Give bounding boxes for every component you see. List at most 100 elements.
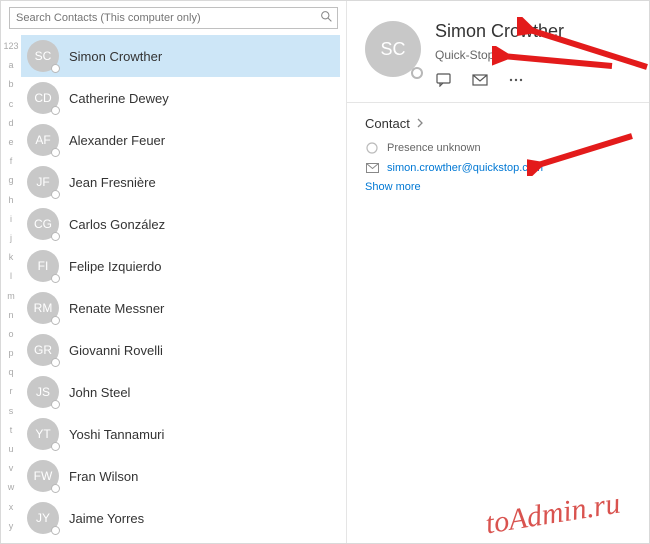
contact-item[interactable]: FWFran Wilson: [21, 455, 340, 497]
contact-avatar: JS: [27, 376, 59, 408]
alpha-letter[interactable]: w: [1, 478, 21, 497]
presence-dot-icon: [51, 358, 60, 367]
contact-item[interactable]: GR Giovanni Rovelli: [21, 329, 340, 371]
chevron-right-icon: [416, 115, 424, 131]
contact-item[interactable]: RMRenate Messner: [21, 287, 340, 329]
email-link[interactable]: simon.crowther@quickstop.com: [387, 162, 543, 174]
search-wrap: [1, 1, 346, 35]
email-row: simon.crowther@quickstop.com: [365, 161, 631, 175]
alpha-letter[interactable]: t: [1, 421, 21, 440]
presence-dot-icon: [51, 316, 60, 325]
contact-avatar: AF: [27, 124, 59, 156]
alpha-letter[interactable]: b: [1, 75, 21, 94]
list-area: 123abcdefghijklmnopqrstuvwxyz SC Simon Cr…: [1, 35, 346, 543]
contact-name: Carlos González: [69, 217, 165, 232]
contact-item[interactable]: JS John Steel: [21, 371, 340, 413]
contact-avatar: CD: [27, 82, 59, 114]
alpha-letter[interactable]: m: [1, 286, 21, 305]
contact-name: Giovanni Rovelli: [69, 343, 163, 358]
alpha-letter[interactable]: c: [1, 95, 21, 114]
contact-name: Yoshi Tannamuri: [69, 427, 164, 442]
profile-actions: [435, 72, 564, 88]
alpha-letter[interactable]: f: [1, 152, 21, 171]
alpha-letter[interactable]: p: [1, 344, 21, 363]
contact-name: John Steel: [69, 385, 130, 400]
presence-dot-icon: [51, 400, 60, 409]
contact-item[interactable]: YT Yoshi Tannamuri: [21, 413, 340, 455]
search-icon[interactable]: [315, 10, 337, 26]
more-icon[interactable]: [507, 72, 525, 88]
contact-avatar: FI: [27, 250, 59, 282]
contact-item[interactable]: CGCarlos González: [21, 203, 340, 245]
contact-item[interactable]: AF Alexander Feuer: [21, 119, 340, 161]
section-title: Contact: [365, 116, 410, 131]
contact-list[interactable]: SC Simon Crowther CD Catherine Dewey AF Alexa…: [21, 35, 346, 543]
presence-indicator-icon: [411, 67, 423, 79]
section-header[interactable]: Contact: [365, 115, 631, 131]
alpha-letter[interactable]: d: [1, 114, 21, 133]
alpha-index: 123abcdefghijklmnopqrstuvwxyz: [1, 35, 21, 543]
alpha-letter[interactable]: i: [1, 210, 21, 229]
alpha-letter[interactable]: h: [1, 191, 21, 210]
search-box[interactable]: [9, 7, 338, 29]
contact-item[interactable]: FI Felipe Izquierdo: [21, 245, 340, 287]
alpha-letter[interactable]: 123: [1, 37, 21, 56]
chat-icon[interactable]: [435, 72, 453, 88]
contact-name: Simon Crowther: [69, 49, 162, 64]
contact-name: Renate Messner: [69, 301, 164, 316]
contact-avatar: GR: [27, 334, 59, 366]
presence-dot-icon: [51, 526, 60, 535]
presence-dot-icon: [51, 442, 60, 451]
contact-avatar: JF: [27, 166, 59, 198]
presence-icon: [365, 141, 379, 155]
contact-avatar: FW: [27, 460, 59, 492]
contact-item[interactable]: JF Jean Fresnière: [21, 161, 340, 203]
left-panel: 123abcdefghijklmnopqrstuvwxyz SC Simon Cr…: [1, 1, 347, 543]
contact-avatar: JY: [27, 502, 59, 534]
alpha-letter[interactable]: v: [1, 459, 21, 478]
presence-dot-icon: [51, 484, 60, 493]
presence-dot-icon: [51, 106, 60, 115]
watermark: toAdmin.ru: [483, 487, 622, 542]
presence-dot-icon: [51, 232, 60, 241]
search-input[interactable]: [10, 12, 315, 24]
alpha-letter[interactable]: u: [1, 440, 21, 459]
alpha-letter[interactable]: z: [1, 536, 21, 543]
alpha-letter[interactable]: n: [1, 306, 21, 325]
contact-item[interactable]: CD Catherine Dewey: [21, 77, 340, 119]
alpha-letter[interactable]: q: [1, 363, 21, 382]
show-more-link[interactable]: Show more: [365, 181, 631, 193]
contacts-app: 123abcdefghijklmnopqrstuvwxyz SC Simon Cr…: [0, 0, 650, 544]
profile-initials: SC: [380, 39, 405, 60]
contact-section: Contact Presence unknown simon.crowther@…: [347, 103, 649, 205]
contact-name: Jaime Yorres: [69, 511, 144, 526]
alpha-letter[interactable]: l: [1, 267, 21, 286]
alpha-letter[interactable]: y: [1, 517, 21, 536]
profile-name: Simon Crowther: [435, 21, 564, 42]
alpha-letter[interactable]: o: [1, 325, 21, 344]
alpha-letter[interactable]: s: [1, 402, 21, 421]
presence-dot-icon: [51, 64, 60, 73]
profile-avatar: SC: [365, 21, 421, 77]
alpha-letter[interactable]: j: [1, 229, 21, 248]
alpha-letter[interactable]: g: [1, 171, 21, 190]
contact-avatar: SC: [27, 40, 59, 72]
presence-dot-icon: [51, 190, 60, 199]
contact-item[interactable]: JY Jaime Yorres: [21, 497, 340, 539]
presence-dot-icon: [51, 274, 60, 283]
contact-name: Felipe Izquierdo: [69, 259, 162, 274]
contact-item[interactable]: SC Simon Crowther: [21, 35, 340, 77]
email-icon[interactable]: [471, 72, 489, 88]
contact-name: Alexander Feuer: [69, 133, 165, 148]
alpha-letter[interactable]: x: [1, 498, 21, 517]
alpha-letter[interactable]: a: [1, 56, 21, 75]
contact-avatar: YT: [27, 418, 59, 450]
profile-company: Quick-Stop: [435, 48, 564, 62]
profile-info: Simon Crowther Quick-Stop: [435, 21, 564, 88]
profile-header: SC Simon Crowther Quick-Stop: [347, 1, 649, 98]
contact-name: Jean Fresnière: [69, 175, 156, 190]
alpha-letter[interactable]: e: [1, 133, 21, 152]
alpha-letter[interactable]: k: [1, 248, 21, 267]
contact-name: Catherine Dewey: [69, 91, 169, 106]
alpha-letter[interactable]: r: [1, 382, 21, 401]
